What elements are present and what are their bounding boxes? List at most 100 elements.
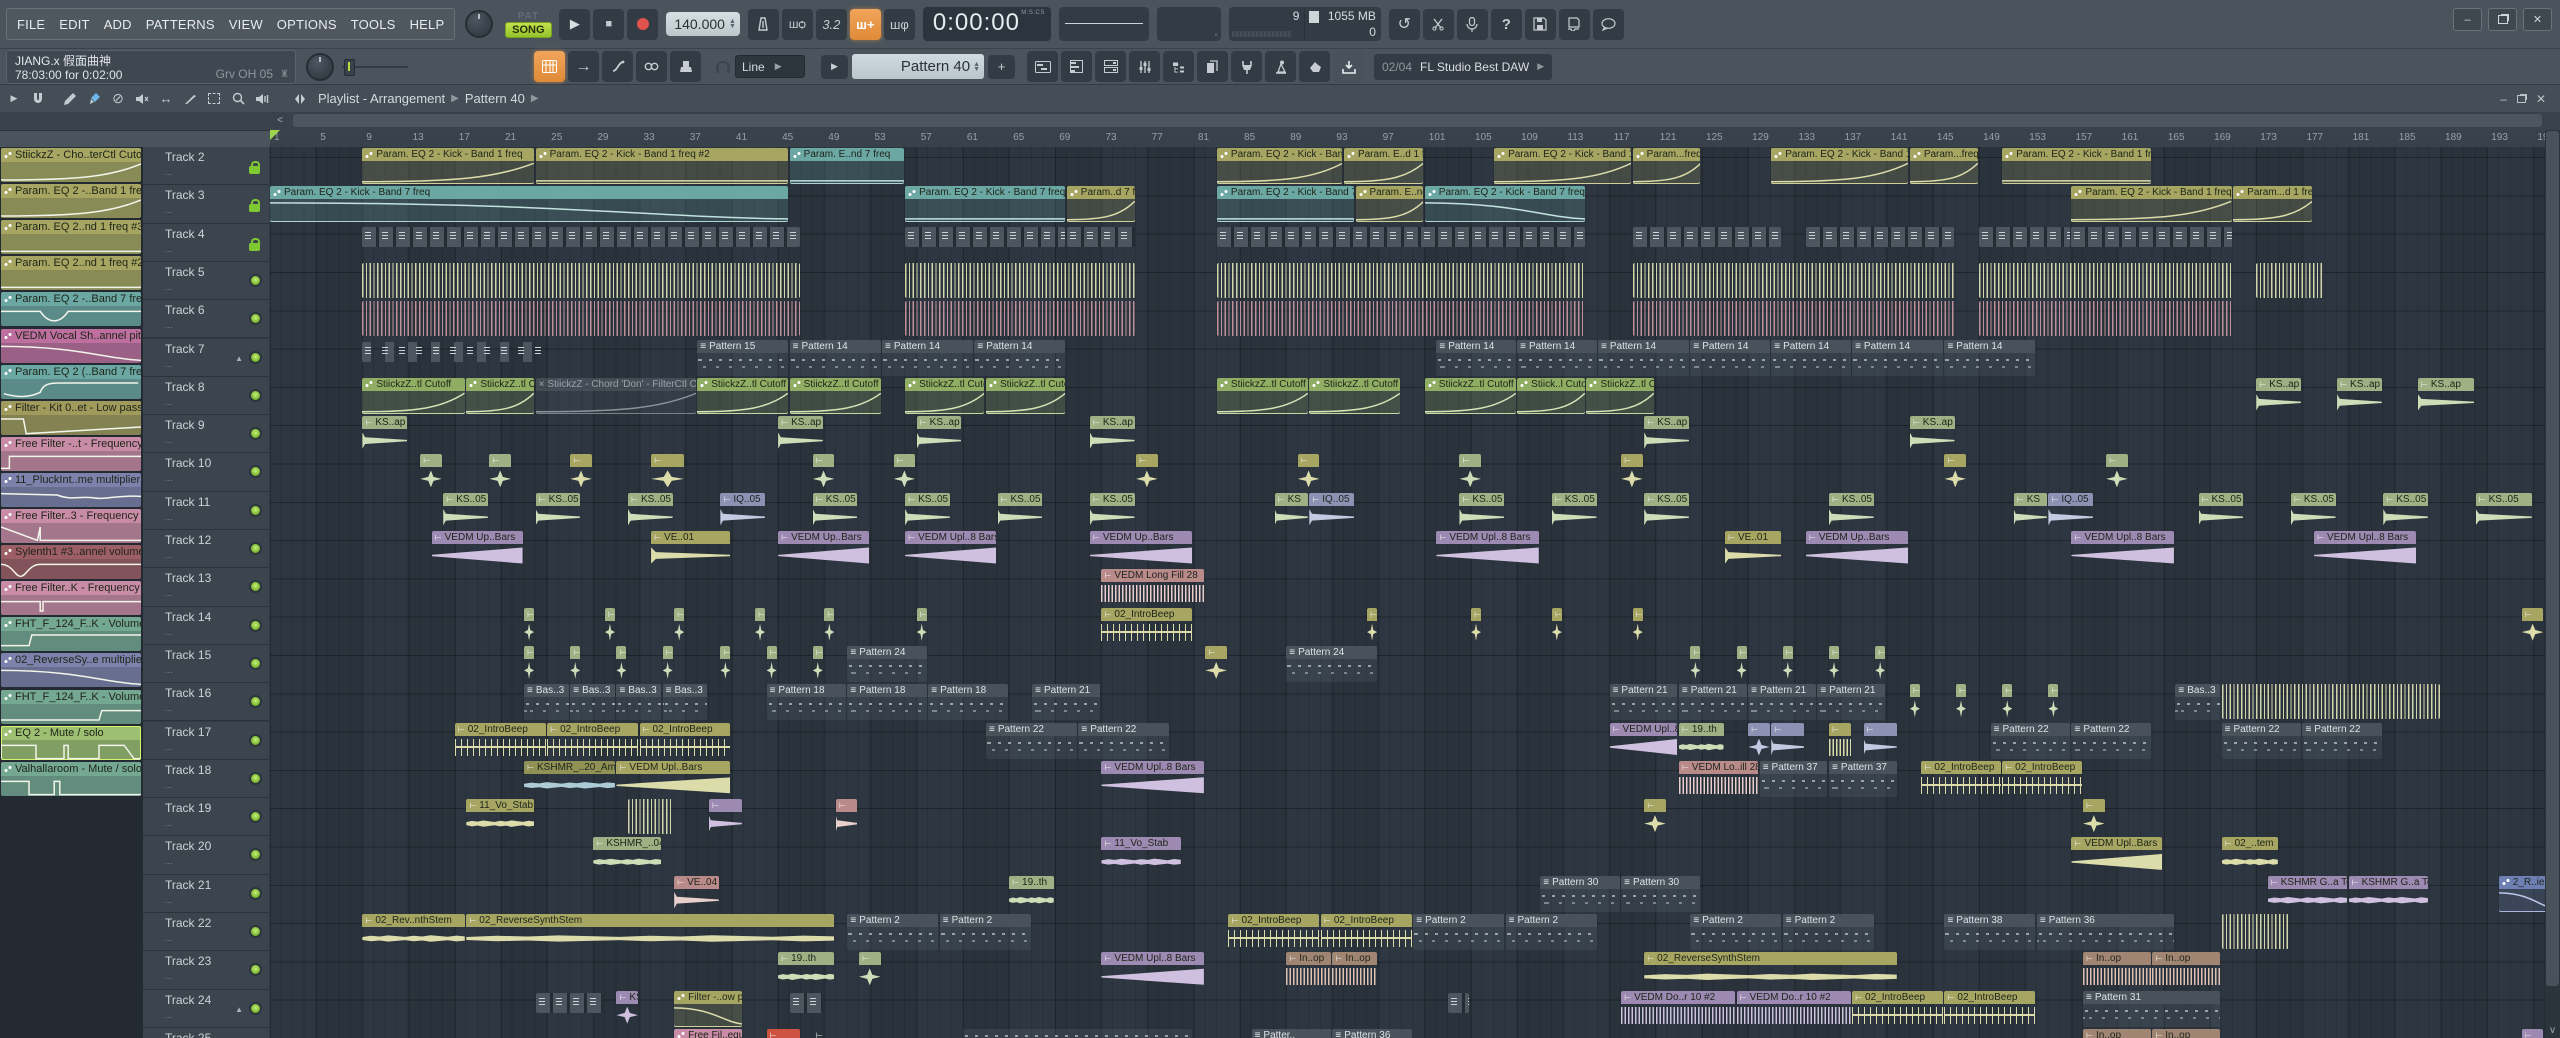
clip[interactable]: ⊢ [720, 646, 730, 682]
record-button[interactable] [627, 9, 658, 40]
lock-icon[interactable] [249, 204, 260, 212]
save-button[interactable] [1525, 9, 1556, 40]
clip[interactable]: ≡Pattern 2 [1506, 914, 1597, 950]
clip[interactable]: ⊢VEDM Upl..Bars [2071, 837, 2162, 873]
clip[interactable]: ≡Pattern 14 [974, 340, 1065, 376]
clip[interactable]: ≡Pattern 14 [1436, 340, 1515, 376]
clip[interactable]: ⊢ [1459, 454, 1481, 490]
clip[interactable]: ≡Pattern 2 [847, 914, 938, 950]
clip[interactable]: ⊢ [2106, 454, 2128, 490]
pattern-selector[interactable]: Pattern 40 ▲▼ [852, 54, 984, 79]
clip[interactable]: ⊢KS..05 [2291, 493, 2336, 529]
clip[interactable]: ⊢02_ReverseSynthStem [1644, 952, 1897, 988]
mixer-button[interactable] [1129, 51, 1160, 82]
clip[interactable]: ≡Pattern 2 [1413, 914, 1504, 950]
led-icon[interactable] [251, 429, 260, 438]
clip[interactable] [1633, 263, 1955, 298]
clip[interactable]: ≡Pattern 21 [1679, 684, 1747, 720]
track-header[interactable]: Track 22... [143, 913, 269, 951]
clip[interactable]: ⊢ [755, 608, 765, 644]
clip[interactable]: ⊢IQ..05 [720, 493, 765, 529]
clip[interactable] [1217, 227, 1585, 247]
clip[interactable]: ⊢ [2002, 684, 2012, 720]
clip[interactable]: ⊢VEDM Long Fill 28 [1101, 569, 1203, 605]
track-badge[interactable] [251, 736, 260, 745]
clip[interactable]: StiickzZ..tl Cutoff [790, 378, 881, 414]
track-header[interactable]: Track 19... [143, 798, 269, 836]
clip[interactable]: ⊢ [1783, 646, 1793, 682]
playhead-marker[interactable] [270, 130, 280, 140]
record-audio-button[interactable] [1457, 9, 1488, 40]
picker-item[interactable]: Param. EQ 2 (..Band 7 freq [1, 365, 141, 399]
clip[interactable]: Param. EQ 2 - Kick - Band 7 freq [905, 186, 1065, 222]
vertical-scrollbar[interactable]: ∨ [2545, 130, 2560, 1038]
clip[interactable]: ⊢KS..ap [1644, 416, 1689, 452]
song-mode-label[interactable]: SONG [505, 22, 551, 38]
clip[interactable]: ⊢02_..tem [2222, 837, 2278, 873]
menu-item-options[interactable]: OPTIONS [277, 17, 337, 32]
clip[interactable] [905, 301, 1134, 336]
slip-tool-button[interactable]: ↔ [156, 90, 176, 108]
track-badge[interactable] [251, 774, 260, 783]
clip[interactable]: ≡Pattern 22 [1078, 723, 1169, 759]
snap-magnet-button[interactable] [28, 90, 48, 108]
track-badge[interactable] [251, 544, 260, 553]
clip[interactable]: ⊢KS..05 [443, 493, 488, 529]
clip[interactable]: ⊢ [651, 454, 684, 490]
picker-item[interactable]: Param. EQ 2 -..Band 7 freq [1, 292, 141, 326]
horizontal-scroll-thumb[interactable] [293, 114, 2542, 127]
clip[interactable]: ⊢ [570, 454, 592, 490]
menu-item-tools[interactable]: TOOLS [351, 17, 396, 32]
menu-item-edit[interactable]: EDIT [59, 17, 89, 32]
clip[interactable] [963, 1029, 1192, 1038]
clip[interactable]: ≡Pattern 22 [1991, 723, 2070, 759]
clip[interactable]: ⊢11_Vo_Stab [1101, 837, 1180, 873]
led-icon[interactable] [251, 582, 260, 591]
select-tool-button[interactable] [204, 90, 224, 108]
clip[interactable] [905, 227, 1065, 247]
track-header[interactable]: Track 6... [143, 300, 269, 338]
clip[interactable]: ⊢KS..05 [998, 493, 1043, 529]
clip[interactable]: ⊢In..op [2152, 952, 2220, 988]
clip[interactable]: Param. E..d 1 freq #2 [1344, 148, 1423, 184]
clip[interactable]: Param. EQ 2 - Kick - Band 1 freq [362, 148, 534, 184]
clip[interactable]: ⊢ [1829, 646, 1839, 682]
clip[interactable] [362, 227, 799, 247]
clip[interactable]: Param. EQ 2 - Kick - Band 7 freq [1217, 186, 1354, 222]
clip[interactable]: ≡Pattern 14 [1598, 340, 1689, 376]
track-header[interactable]: Track 15... [143, 645, 269, 683]
clip[interactable]: ⊢KS..05 [628, 493, 673, 529]
clip[interactable]: Param. EQ 2 - Kick - Band 1 freq #2 [536, 148, 789, 184]
pat-mode-label[interactable]: PAT [518, 11, 540, 22]
track-header[interactable]: Track 25... [143, 1028, 269, 1038]
clip[interactable]: ⊢ [859, 952, 881, 988]
clip[interactable] [1979, 263, 2232, 298]
clip[interactable] [1067, 227, 1135, 247]
clip[interactable] [570, 993, 603, 1013]
track-badge[interactable] [249, 161, 260, 174]
clip[interactable]: ⊢02_IntroBeep [1321, 914, 1412, 950]
clip[interactable]: ⊢VEDM Upl..8 Bars [1436, 531, 1538, 567]
clip[interactable]: ⊢ [570, 646, 580, 682]
clip[interactable]: ⊢ [1690, 646, 1700, 682]
clip[interactable]: StiickzZ..tl Cutoff [1309, 378, 1400, 414]
channel-rack-button[interactable] [1095, 51, 1126, 82]
tempo-spinner[interactable]: ▲▼ [729, 19, 736, 29]
clip[interactable]: ⊢02_IntroBeep [1944, 991, 2035, 1027]
clip[interactable]: ⊢KSHMR G..a Top) [2349, 876, 2428, 912]
clip[interactable]: Param...freq #2 [1910, 148, 1978, 184]
clip[interactable]: ⊢ [2522, 608, 2544, 644]
clip[interactable]: ⊢ [894, 454, 916, 490]
clip[interactable]: ⊢ [1956, 684, 1966, 720]
clip[interactable]: ⊢ [420, 454, 442, 490]
clip[interactable]: ⊢02_IntroBeep [1852, 991, 1943, 1027]
track-badge[interactable] [251, 506, 260, 515]
typing-keyboard-button[interactable]: → [568, 51, 599, 82]
playlist-restore-button[interactable] [2517, 92, 2526, 106]
clip[interactable]: StiickzZ..tl Cutoff [986, 378, 1065, 414]
clip[interactable]: ⊢ [1298, 454, 1320, 490]
clip[interactable]: ⊢KS [2014, 493, 2047, 529]
clip[interactable] [1217, 301, 1585, 336]
clip[interactable] [1979, 227, 2070, 247]
menu-item-patterns[interactable]: PATTERNS [146, 17, 215, 32]
